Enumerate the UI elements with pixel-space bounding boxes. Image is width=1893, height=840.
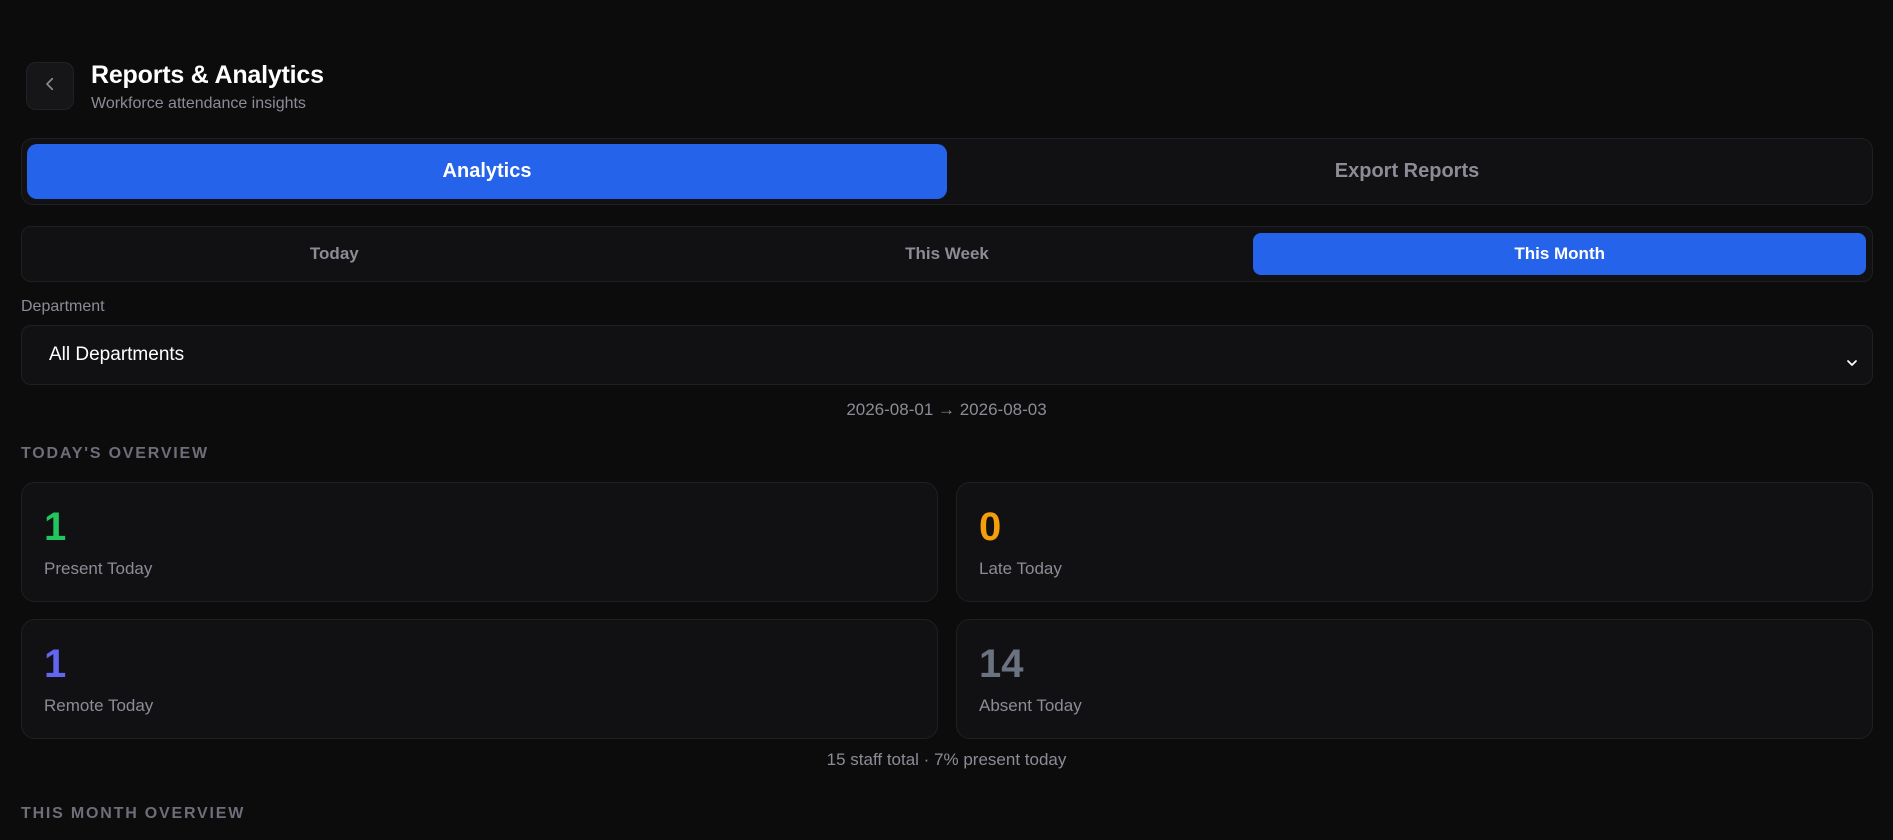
tab-export-reports[interactable]: Export Reports	[947, 144, 1867, 199]
page-title: Reports & Analytics	[91, 61, 324, 89]
absent-today-label: Absent Today	[979, 696, 1082, 715]
period-tab-bar: Today This Week This Month	[21, 226, 1873, 282]
department-select[interactable]: All Departments	[21, 325, 1873, 385]
present-today-label: Present Today	[44, 559, 153, 578]
today-overview-heading: TODAY'S OVERVIEW	[21, 445, 209, 462]
reports-page: Reports & Analytics Workforce attendance…	[0, 0, 1893, 840]
remote-today-value: 1	[44, 642, 67, 686]
period-tab-this-week[interactable]: This Week	[641, 233, 1254, 275]
date-range: 2026-08-01 → 2026-08-03	[846, 400, 1047, 419]
remote-today-card: 1 Remote Today	[21, 619, 938, 739]
month-overview-heading: THIS MONTH OVERVIEW	[21, 805, 246, 822]
back-button[interactable]	[26, 62, 74, 110]
main-tab-bar: Analytics Export Reports	[21, 138, 1873, 205]
department-label: Department	[21, 298, 105, 315]
present-today-card: 1 Present Today	[21, 482, 938, 602]
period-tab-today[interactable]: Today	[28, 233, 641, 275]
staff-summary: 15 staff total · 7% present today	[826, 750, 1067, 769]
chevron-left-icon	[41, 75, 59, 98]
period-tab-this-month[interactable]: This Month	[1253, 233, 1867, 275]
tab-analytics[interactable]: Analytics	[27, 144, 947, 199]
late-today-value: 0	[979, 505, 1002, 549]
late-today-card: 0 Late Today	[956, 482, 1873, 602]
late-today-label: Late Today	[979, 559, 1062, 578]
page-header: Reports & Analytics Workforce attendance…	[91, 60, 324, 114]
absent-today-value: 14	[979, 642, 1024, 686]
page-subtitle: Workforce attendance insights	[91, 95, 306, 112]
absent-today-card: 14 Absent Today	[956, 619, 1873, 739]
present-today-value: 1	[44, 505, 67, 549]
remote-today-label: Remote Today	[44, 696, 154, 715]
department-selected-value: All Departments	[49, 344, 185, 365]
